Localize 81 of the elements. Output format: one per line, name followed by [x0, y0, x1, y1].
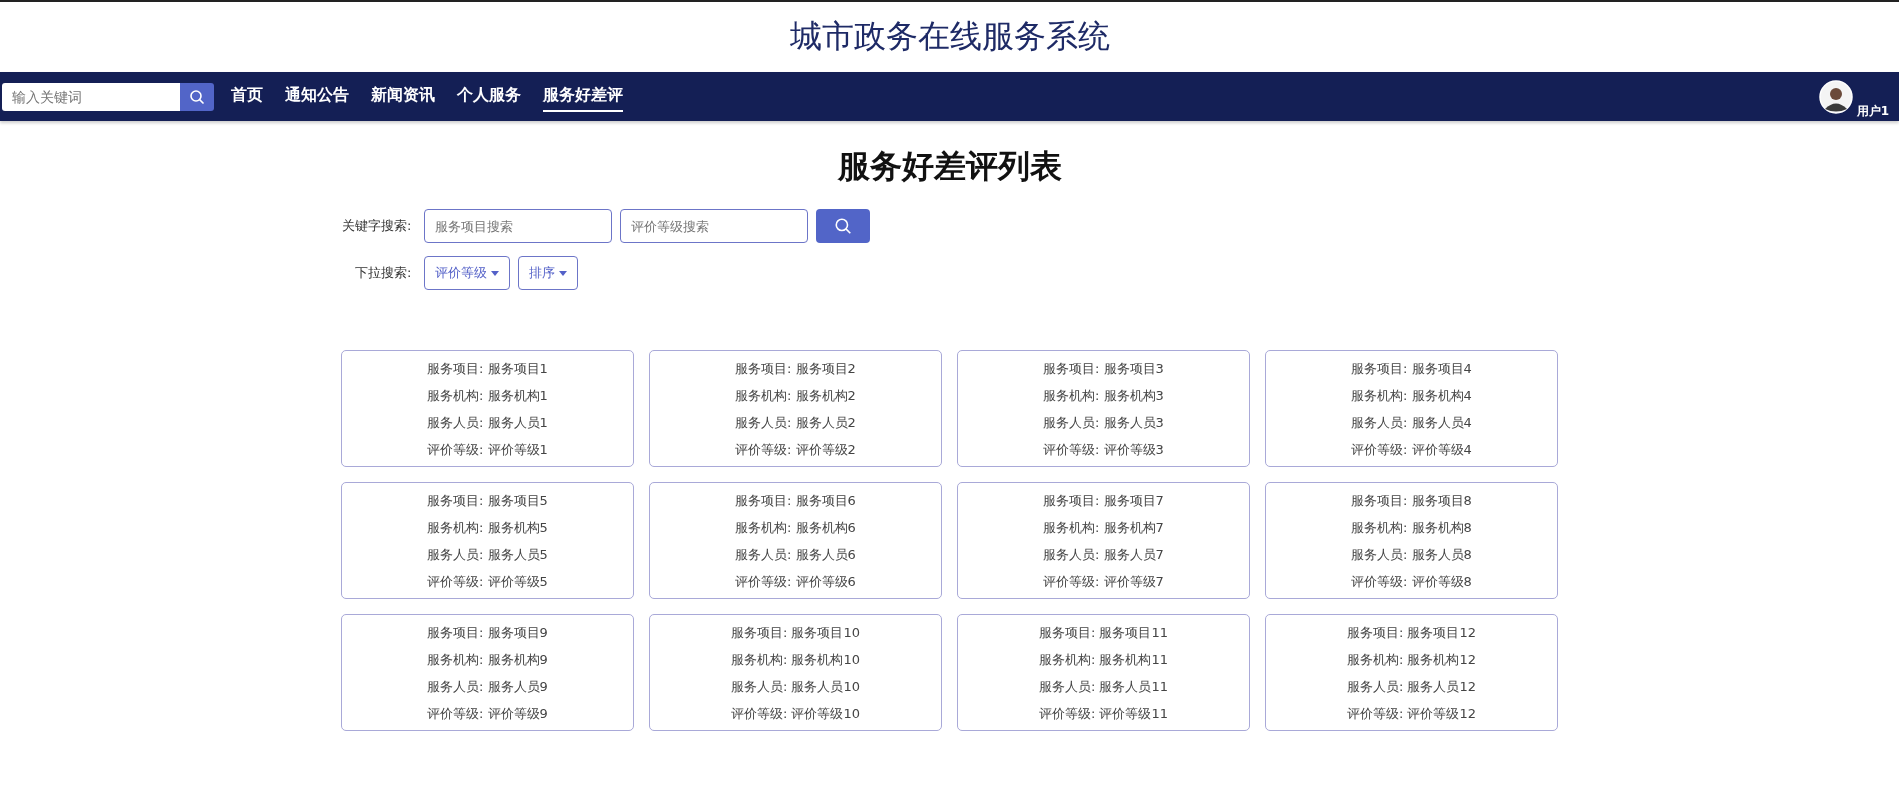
- dropdown-button[interactable]: 评价等级: [423, 256, 510, 290]
- card-field: 评价等级: 评价等级7: [1043, 571, 1164, 591]
- card-field: 服务项目: 服务项目2: [735, 358, 856, 378]
- card-field: 服务人员: 服务人员4: [1351, 412, 1472, 432]
- card-field: 服务项目: 服务项目6: [735, 490, 856, 510]
- evaluation-card[interactable]: 服务项目: 服务项目1 服务机构: 服务机构1 服务人员: 服务人员1 评价等级: 评价等级1: [341, 350, 634, 467]
- site-title: 城市政务在线服务系统: [789, 16, 1110, 57]
- keyword-search-label: 关键字搜索:: [341, 217, 412, 235]
- card-field: 服务机构: 服务机构8: [1351, 517, 1472, 537]
- search-button[interactable]: [180, 82, 214, 111]
- card-field: 服务项目: 服务项目9: [427, 622, 548, 642]
- card-field: 服务项目: 服务项目11: [1038, 622, 1169, 642]
- card-field: 服务机构: 服务机构4: [1351, 385, 1472, 405]
- card-field: 服务项目: 服务项目5: [427, 490, 548, 510]
- evaluation-card[interactable]: 服务项目: 服务项目3 服务机构: 服务机构3 服务人员: 服务人员3 评价等级: 评价等级3: [957, 350, 1250, 467]
- card-field: 服务人员: 服务人员11: [1038, 676, 1169, 696]
- card-field: 服务人员: 服务人员8: [1351, 544, 1472, 564]
- nav-link[interactable]: 服务好差评: [543, 81, 623, 112]
- card-field: 服务人员: 服务人员6: [735, 544, 856, 564]
- card-field: 服务人员: 服务人员2: [735, 412, 856, 432]
- search-icon: [833, 217, 852, 235]
- evaluation-card[interactable]: 服务项目: 服务项目8 服务机构: 服务机构8 服务人员: 服务人员8 评价等级: 评价等级8: [1265, 482, 1558, 599]
- card-field: 评价等级: 评价等级1: [427, 439, 548, 459]
- card-field: 服务项目: 服务项目7: [1043, 490, 1164, 510]
- card-field: 服务项目: 服务项目4: [1351, 358, 1472, 378]
- card-field: 评价等级: 评价等级11: [1038, 703, 1169, 723]
- card-field: 评价等级: 评价等级2: [735, 439, 856, 459]
- card-field: 评价等级: 评价等级4: [1351, 439, 1472, 459]
- card-field: 服务人员: 服务人员1: [427, 412, 548, 432]
- dropdown-search-label: 下拉搜索:: [354, 264, 412, 282]
- caret-icon: [490, 270, 499, 276]
- card-field: 服务项目: 服务项目1: [427, 358, 548, 378]
- evaluation-card[interactable]: 服务项目: 服务项目5 服务机构: 服务机构5 服务人员: 服务人员5 评价等级: 评价等级5: [341, 482, 634, 599]
- caret-icon: [558, 270, 567, 276]
- evaluation-card[interactable]: 服务项目: 服务项目6 服务机构: 服务机构6 服务人员: 服务人员6 评价等级: 评价等级6: [649, 482, 942, 599]
- evaluation-card[interactable]: 服务项目: 服务项目7 服务机构: 服务机构7 服务人员: 服务人员7 评价等级: 评价等级7: [957, 482, 1250, 599]
- search-field[interactable]: 评价等级搜索: [619, 209, 808, 243]
- keyword-search-field[interactable]: 输入关键词: [2, 82, 180, 111]
- card-field: 评价等级: 评价等级3: [1043, 439, 1164, 459]
- card-field: 服务机构: 服务机构7: [1043, 517, 1164, 537]
- card-field: 服务人员: 服务人员5: [427, 544, 548, 564]
- card-field: 服务机构: 服务机构6: [735, 517, 856, 537]
- nav-link[interactable]: 新闻资讯: [371, 81, 435, 112]
- evaluation-card[interactable]: 服务项目: 服务项目12 服务机构: 服务机构12 服务人员: 服务人员12 评价等级: 评价等级12: [1265, 614, 1558, 731]
- card-field: 服务机构: 服务机构3: [1043, 385, 1164, 405]
- nav-link[interactable]: 首页: [231, 81, 263, 112]
- card-field: 服务项目: 服务项目10: [730, 622, 861, 642]
- card-field: 服务机构: 服务机构5: [427, 517, 548, 537]
- card-field: 服务机构: 服务机构9: [427, 649, 548, 669]
- card-field: 评价等级: 评价等级9: [427, 703, 548, 723]
- card-field: 服务人员: 服务人员7: [1043, 544, 1164, 564]
- card-field: 服务项目: 服务项目12: [1346, 622, 1477, 642]
- card-field: 服务人员: 服务人员10: [730, 676, 861, 696]
- card-field: 服务机构: 服务机构1: [427, 385, 548, 405]
- card-field: 服务机构: 服务机构2: [735, 385, 856, 405]
- card-field: 服务人员: 服务人员12: [1346, 676, 1477, 696]
- evaluation-card[interactable]: 服务项目: 服务项目2 服务机构: 服务机构2 服务人员: 服务人员2 评价等级: 评价等级2: [649, 350, 942, 467]
- user-name[interactable]: 用户1: [1856, 102, 1889, 120]
- card-field: 评价等级: 评价等级6: [735, 571, 856, 591]
- card-field: 评价等级: 评价等级12: [1346, 703, 1477, 723]
- card-field: 服务项目: 服务项目3: [1043, 358, 1164, 378]
- evaluation-card[interactable]: 服务项目: 服务项目4 服务机构: 服务机构4 服务人员: 服务人员4 评价等级: 评价等级4: [1265, 350, 1558, 467]
- nav-link[interactable]: 个人服务: [457, 81, 521, 112]
- card-field: 评价等级: 评价等级8: [1351, 571, 1472, 591]
- card-field: 服务人员: 服务人员9: [427, 676, 548, 696]
- card-field: 服务机构: 服务机构12: [1346, 649, 1477, 669]
- card-field: 服务机构: 服务机构11: [1038, 649, 1169, 669]
- evaluation-card[interactable]: 服务项目: 服务项目10 服务机构: 服务机构10 服务人员: 服务人员10 评价等级: 评价等级10: [649, 614, 942, 731]
- evaluation-card[interactable]: 服务项目: 服务项目9 服务机构: 服务机构9 服务人员: 服务人员9 评价等级: 评价等级9: [341, 614, 634, 731]
- nav-link[interactable]: 通知公告: [285, 81, 349, 112]
- evaluation-card[interactable]: 服务项目: 服务项目11 服务机构: 服务机构11 服务人员: 服务人员11 评价等级: 评价等级11: [957, 614, 1250, 731]
- search-field[interactable]: 服务项目搜索: [423, 209, 612, 243]
- page-title: 服务好差评列表: [836, 146, 1063, 187]
- dropdown-button[interactable]: 排序: [517, 256, 578, 290]
- card-field: 评价等级: 评价等级5: [427, 571, 548, 591]
- card-field: 评价等级: 评价等级10: [730, 703, 861, 723]
- avatar-icon[interactable]: [1818, 79, 1853, 114]
- search-icon: [189, 88, 205, 105]
- card-field: 服务项目: 服务项目8: [1351, 490, 1472, 510]
- card-field: 服务机构: 服务机构10: [730, 649, 861, 669]
- card-field: 服务人员: 服务人员3: [1043, 412, 1164, 432]
